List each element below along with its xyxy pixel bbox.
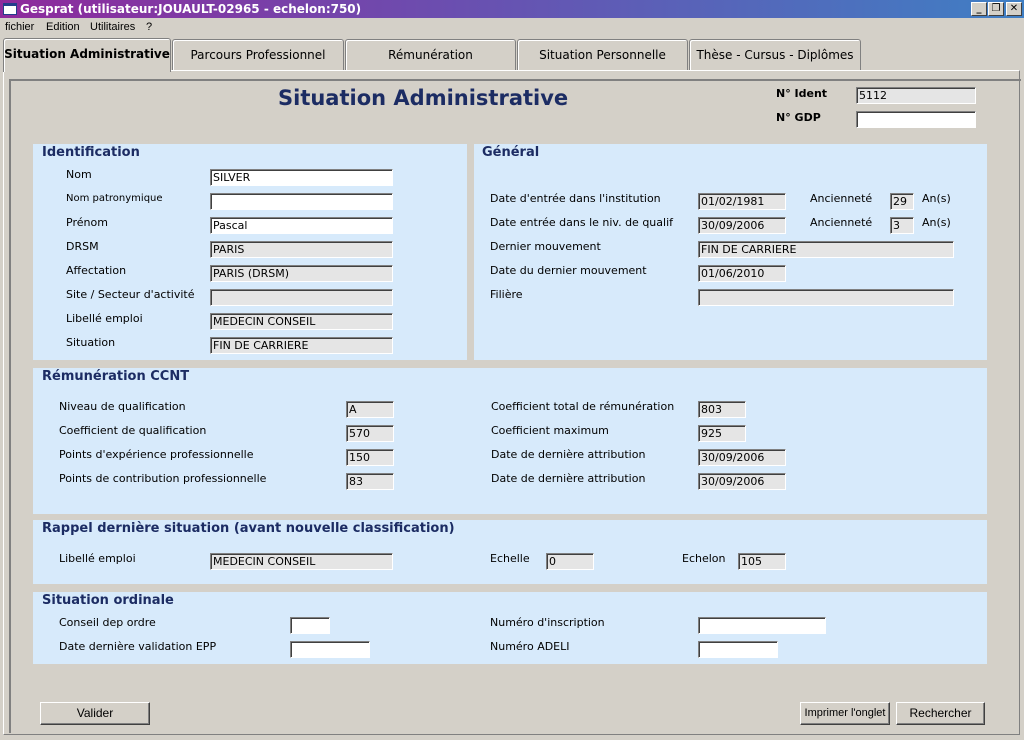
filiere-label: Filière [490,288,523,301]
imprimer-onglet-button[interactable]: Imprimer l'onglet [800,702,890,725]
app-window-icon [3,3,17,15]
anciennete-institution-label: Ancienneté [810,192,873,205]
affectation-field[interactable]: PARIS (DRSM) [210,265,393,282]
numero-adeli-field[interactable] [698,641,778,658]
coef-qualification-field[interactable]: 570 [346,425,394,442]
date-validation-epp-label: Date dernière validation EPP [59,640,217,653]
coef-maximum-field[interactable]: 925 [698,425,746,442]
close-button[interactable]: ✕ [1006,2,1022,16]
site-secteur-label: Site / Secteur d'activité [66,288,195,301]
tab-situation-administrative[interactable]: Situation Administrative [3,38,171,72]
application-window: Gesprat (utilisateur:JOUAULT-02965 - ech… [0,0,1024,740]
gdp-field[interactable] [856,111,976,128]
coef-total-label: Coefficient total de rémunération [491,400,675,413]
menu-utilitaires[interactable]: Utilitaires [90,21,135,33]
tab-these-cursus-diplomes[interactable]: Thèse - Cursus - Diplômes [689,39,861,71]
rappel-title: Rappel dernière situation (avant nouvell… [42,521,455,536]
anciennete-institution-field[interactable]: 29 [890,193,914,210]
remuneration-section [33,368,987,514]
tab-parcours-professionnel[interactable]: Parcours Professionnel [172,39,344,71]
general-title: Général [482,145,540,160]
conseil-ordre-label: Conseil dep ordre [59,616,156,629]
libelle-emploi-field[interactable]: MEDECIN CONSEIL [210,313,393,330]
echelle-label: Echelle [490,552,530,565]
remuneration-title: Rémunération CCNT [42,369,190,384]
date-entree-qualif-label: Date entrée dans le niv. de qualif [490,216,673,229]
situation-label: Situation [66,336,116,349]
nom-patronymique-label: Nom patronymique [66,193,163,204]
anciennete-qualif-label: Ancienneté [810,216,873,229]
date-dernier-mouvement-label: Date du dernier mouvement [490,264,647,277]
date-attribution-2-field[interactable]: 30/09/2006 [698,473,786,490]
drsm-label: DRSM [66,240,99,253]
nom-field[interactable]: SILVER [210,169,393,186]
anciennete-qualif-field[interactable]: 3 [890,217,914,234]
anciennete-qualif-unit: An(s) [922,216,951,229]
menu-fichier[interactable]: fichier [5,21,34,33]
coef-maximum-label: Coefficient maximum [491,424,609,437]
affectation-label: Affectation [66,264,127,277]
menu-edition[interactable]: Edition [46,21,80,33]
date-entree-institution-field[interactable]: 01/02/1981 [698,193,786,210]
rappel-libelle-field[interactable]: MEDECIN CONSEIL [210,553,393,570]
window-title: Gesprat (utilisateur:JOUAULT-02965 - ech… [20,2,362,16]
numero-inscription-field[interactable] [698,617,826,634]
points-experience-label: Points d'expérience professionnelle [59,448,254,461]
ident-label: N° Ident [776,87,828,100]
numero-inscription-label: Numéro d'inscription [490,616,605,629]
echelon-field[interactable]: 105 [738,553,786,570]
tab-remuneration[interactable]: Rémunération [345,39,516,71]
page-title: Situation Administrative [278,86,569,110]
menu-help[interactable]: ? [146,21,152,33]
nom-label: Nom [66,168,92,181]
title-bar: Gesprat (utilisateur:JOUAULT-02965 - ech… [0,0,1024,18]
niveau-qualification-field[interactable]: A [346,401,394,418]
restore-button[interactable]: ❐ [988,2,1004,16]
date-entree-institution-label: Date d'entrée dans l'institution [490,192,661,205]
filiere-field[interactable] [698,289,954,306]
anciennete-institution-unit: An(s) [922,192,951,205]
niveau-qualification-label: Niveau de qualification [59,400,186,413]
coef-total-field[interactable]: 803 [698,401,746,418]
rappel-libelle-label: Libellé emploi [59,552,136,565]
conseil-ordre-field[interactable] [290,617,330,634]
libelle-emploi-label: Libellé emploi [66,312,143,325]
points-contribution-field[interactable]: 83 [346,473,394,490]
date-dernier-mouvement-field[interactable]: 01/06/2010 [698,265,786,282]
date-attribution-2-label: Date de dernière attribution [491,472,646,485]
ordinale-title: Situation ordinale [42,593,174,608]
dernier-mouvement-label: Dernier mouvement [490,240,601,253]
points-experience-field[interactable]: 150 [346,449,394,466]
dernier-mouvement-field[interactable]: FIN DE CARRIERE [698,241,954,258]
drsm-field[interactable]: PARIS [210,241,393,258]
points-contribution-label: Points de contribution professionnelle [59,472,267,485]
valider-button[interactable]: Valider [40,702,150,725]
echelon-label: Echelon [682,552,726,565]
nom-patronymique-field[interactable] [210,193,393,210]
coef-qualification-label: Coefficient de qualification [59,424,207,437]
echelle-field[interactable]: 0 [546,553,594,570]
site-secteur-field[interactable] [210,289,393,306]
prenom-label: Prénom [66,216,108,229]
menu-bar: fichier Edition Utilitaires ? [0,18,1024,38]
date-validation-epp-field[interactable] [290,641,370,658]
prenom-field[interactable]: Pascal [210,217,393,234]
gdp-label: N° GDP [776,111,821,124]
tab-situation-personnelle[interactable]: Situation Personnelle [517,39,688,71]
date-attribution-1-field[interactable]: 30/09/2006 [698,449,786,466]
identification-title: Identification [42,145,140,160]
date-entree-qualif-field[interactable]: 30/09/2006 [698,217,786,234]
date-attribution-1-label: Date de dernière attribution [491,448,646,461]
ident-field[interactable]: 5112 [856,87,976,104]
numero-adeli-label: Numéro ADELI [490,640,570,653]
rechercher-button[interactable]: Rechercher [896,702,985,725]
situation-field[interactable]: FIN DE CARRIERE [210,337,393,354]
minimize-button[interactable]: _ [971,2,987,16]
